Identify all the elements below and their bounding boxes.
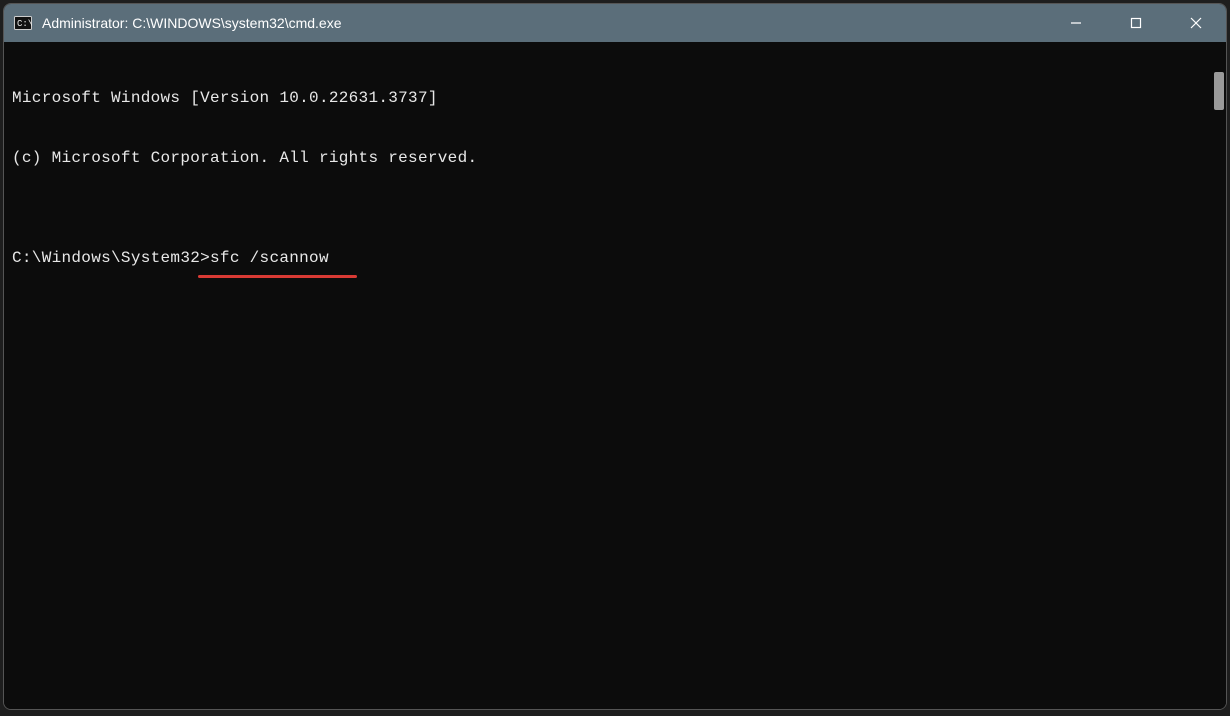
scroll-thumb[interactable] — [1214, 72, 1224, 110]
terminal-output[interactable]: Microsoft Windows [Version 10.0.22631.37… — [4, 42, 1226, 709]
titlebar[interactable]: C:\ Administrator: C:\WINDOWS\system32\c… — [4, 4, 1226, 42]
minimize-button[interactable] — [1046, 4, 1106, 42]
output-line: (c) Microsoft Corporation. All rights re… — [12, 148, 1218, 168]
window-title: Administrator: C:\WINDOWS\system32\cmd.e… — [42, 15, 342, 31]
prompt: C:\Windows\System32> — [12, 249, 210, 267]
cmd-icon: C:\ — [14, 14, 32, 32]
prompt-line: C:\Windows\System32>sfc /scannow — [12, 248, 1218, 268]
cmd-window: C:\ Administrator: C:\WINDOWS\system32\c… — [3, 3, 1227, 710]
close-button[interactable] — [1166, 4, 1226, 42]
output-line: Microsoft Windows [Version 10.0.22631.37… — [12, 88, 1218, 108]
maximize-button[interactable] — [1106, 4, 1166, 42]
scrollbar[interactable] — [1212, 42, 1226, 709]
svg-text:C:\: C:\ — [17, 19, 32, 29]
command-text: sfc /scannow — [210, 248, 329, 268]
